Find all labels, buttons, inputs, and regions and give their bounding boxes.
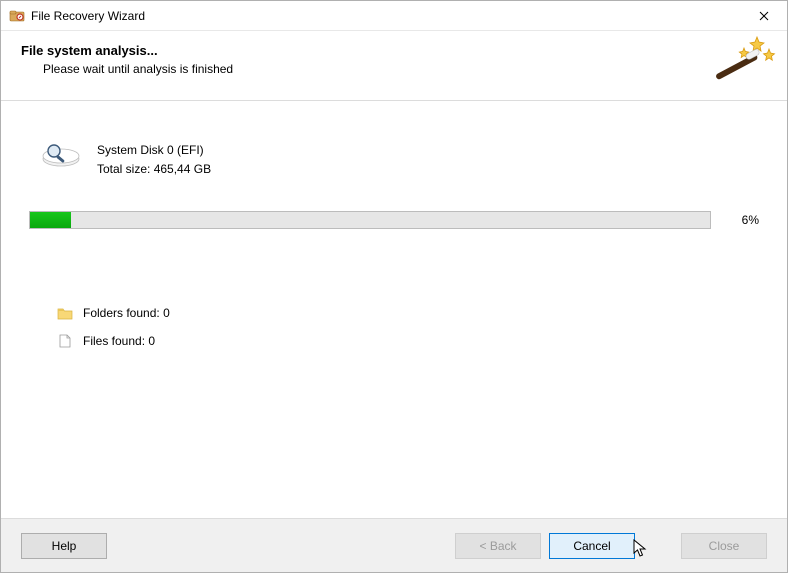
app-icon <box>9 8 25 24</box>
close-wizard-button: Close <box>681 533 767 559</box>
disk-name: System Disk 0 (EFI) <box>97 141 211 160</box>
progress-bar-fill <box>30 212 71 228</box>
cancel-button[interactable]: Cancel <box>549 533 635 559</box>
disk-size-value: 465,44 GB <box>154 162 211 176</box>
folder-icon <box>57 306 73 320</box>
titlebar: File Recovery Wizard <box>1 1 787 31</box>
progress-row: 6% <box>29 211 759 229</box>
page-title: File system analysis... <box>21 43 787 58</box>
page-subtitle: Please wait until analysis is finished <box>43 62 787 76</box>
progress-bar <box>29 211 711 229</box>
disk-size: Total size: 465,44 GB <box>97 160 211 179</box>
disk-text: System Disk 0 (EFI) Total size: 465,44 G… <box>97 141 211 179</box>
back-button: < Back <box>455 533 541 559</box>
folders-found-label: Folders found: 0 <box>83 306 170 320</box>
files-found-count: 0 <box>148 334 155 348</box>
content-area: System Disk 0 (EFI) Total size: 465,44 G… <box>1 101 787 518</box>
disk-search-icon <box>41 141 81 171</box>
header-banner: File system analysis... Please wait unti… <box>1 31 787 101</box>
folders-found-count: 0 <box>163 306 170 320</box>
wizard-wand-icon <box>709 33 777 93</box>
progress-percent: 6% <box>725 213 759 227</box>
files-found-row: Files found: 0 <box>57 334 170 348</box>
window-title: File Recovery Wizard <box>31 9 741 23</box>
folders-found-row: Folders found: 0 <box>57 306 170 320</box>
nav-button-group: < Back Cancel <box>455 533 635 559</box>
files-found-label: Files found: 0 <box>83 334 155 348</box>
file-icon <box>57 334 73 348</box>
window: File Recovery Wizard File system analysi… <box>0 0 788 573</box>
help-button[interactable]: Help <box>21 533 107 559</box>
close-button[interactable] <box>741 1 787 31</box>
found-block: Folders found: 0 Files found: 0 <box>57 306 170 348</box>
footer: Help < Back Cancel Close <box>1 518 787 572</box>
disk-size-label: Total size: <box>97 162 150 176</box>
disk-block: System Disk 0 (EFI) Total size: 465,44 G… <box>41 141 211 179</box>
